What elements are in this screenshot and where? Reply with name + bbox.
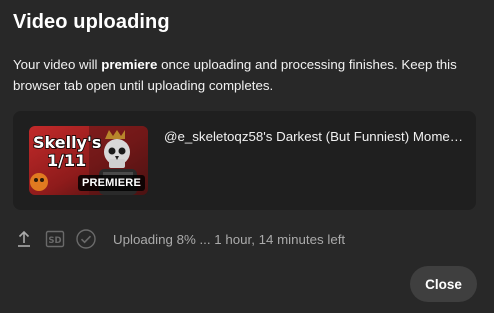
check-circle-icon	[75, 228, 97, 250]
svg-text:SD: SD	[48, 236, 61, 246]
thumbnail-text-line1: Skelly's	[33, 133, 101, 152]
upload-dialog: Video uploading Your video will premiere…	[0, 0, 494, 313]
upload-status-text: Uploading 8% ... 1 hour, 14 minutes left	[113, 231, 346, 247]
video-title: @e_skeletoqz58's Darkest (But Funniest) …	[164, 129, 464, 144]
sd-icon: SD	[44, 228, 66, 250]
description-emphasis: premiere	[101, 57, 158, 72]
close-button[interactable]: Close	[410, 266, 477, 302]
description-before: Your video will	[13, 57, 102, 72]
dialog-title: Video uploading	[13, 11, 170, 33]
upload-status-bar: SD Uploading 8% ... 1 hour, 14 minutes l…	[13, 228, 473, 250]
upload-icon	[13, 228, 35, 250]
dialog-description: Your video will premiere once uploading …	[13, 54, 481, 96]
video-card: Skelly's 1/11 PREMIERE @e_skeletoqz58's …	[13, 111, 476, 210]
premiere-badge: PREMIERE	[77, 175, 145, 191]
thumbnail-text-line2: 1/11	[47, 151, 86, 170]
video-thumbnail: Skelly's 1/11 PREMIERE	[29, 126, 148, 195]
